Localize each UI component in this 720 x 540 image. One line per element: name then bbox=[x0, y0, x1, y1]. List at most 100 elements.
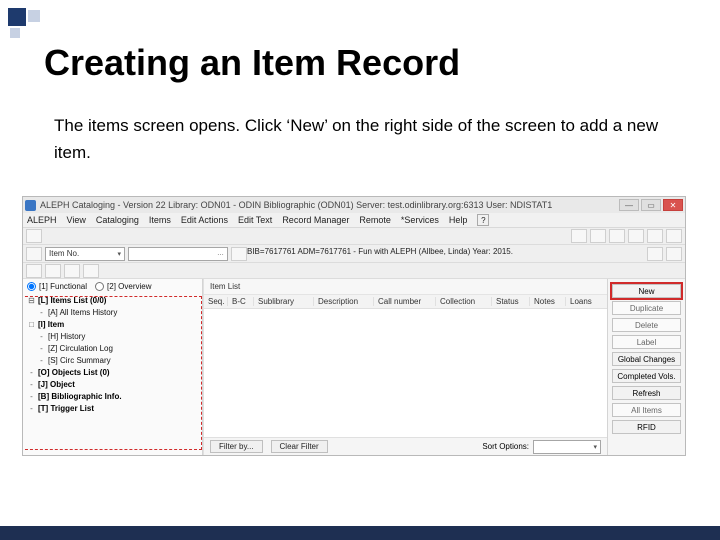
menu-help[interactable]: Help bbox=[449, 215, 468, 225]
tree-node[interactable]: -[O] Objects List (0) bbox=[27, 367, 198, 379]
tree-node-label: [J] Object bbox=[38, 379, 75, 391]
filter-by-button[interactable]: Filter by... bbox=[210, 440, 263, 453]
col-bc[interactable]: B-C bbox=[232, 297, 254, 306]
binoculars-icon[interactable] bbox=[83, 264, 99, 278]
minimize-button[interactable]: — bbox=[619, 199, 639, 211]
menu-cataloging[interactable]: Cataloging bbox=[96, 215, 139, 225]
toolbar-icon[interactable] bbox=[628, 229, 644, 243]
radio-overview-input[interactable] bbox=[95, 282, 104, 291]
sort-options-combo[interactable]: ▾ bbox=[533, 440, 601, 454]
duplicate-button[interactable]: Duplicate bbox=[612, 301, 681, 315]
navigation-tree-pane: [1] Functional [2] Overview ⊟[L] Items L… bbox=[23, 279, 203, 455]
global-changes-button[interactable]: Global Changes bbox=[612, 352, 681, 366]
left-arrow-icon[interactable] bbox=[45, 264, 61, 278]
tree-node-label: [I] Item bbox=[38, 319, 64, 331]
tree-twisty-icon: □ bbox=[27, 319, 36, 331]
refresh-button[interactable]: Refresh bbox=[612, 386, 681, 400]
radio-functional-input[interactable] bbox=[27, 282, 36, 291]
toolbar-row-3 bbox=[23, 263, 685, 279]
delete-button[interactable]: Delete bbox=[612, 318, 681, 332]
all-items-button[interactable]: All Items bbox=[612, 403, 681, 417]
menu-remote[interactable]: Remote bbox=[359, 215, 391, 225]
completed-vols-button[interactable]: Completed Vols. bbox=[612, 369, 681, 383]
menu-aleph[interactable]: ALEPH bbox=[27, 215, 57, 225]
radio-overview[interactable]: [2] Overview bbox=[95, 282, 151, 291]
item-list-columns: Seq. B-C Sublibrary Description Call num… bbox=[204, 295, 607, 309]
col-status[interactable]: Status bbox=[496, 297, 530, 306]
col-sublibrary[interactable]: Sublibrary bbox=[258, 297, 314, 306]
toolbar-mode-icon[interactable] bbox=[26, 247, 42, 261]
radio-overview-label: [2] Overview bbox=[107, 282, 151, 291]
titlebar: ALEPH Cataloging - Version 22 Library: O… bbox=[23, 197, 685, 213]
clear-filter-button[interactable]: Clear Filter bbox=[271, 440, 328, 453]
toolbar-icon[interactable] bbox=[666, 229, 682, 243]
app-icon bbox=[25, 200, 36, 211]
slide-bottom-bar bbox=[0, 526, 720, 540]
tree-twisty-icon: - bbox=[37, 355, 46, 367]
col-callnumber[interactable]: Call number bbox=[378, 297, 436, 306]
tree-node[interactable]: ⊟[L] Items List (0/0) bbox=[27, 295, 198, 307]
tree-node-label: [O] Objects List (0) bbox=[38, 367, 110, 379]
tree-node-label: [Z] Circulation Log bbox=[48, 343, 113, 355]
radio-functional[interactable]: [1] Functional bbox=[27, 282, 87, 291]
menu-services[interactable]: *Services bbox=[401, 215, 439, 225]
item-list-body bbox=[204, 309, 607, 437]
toolbar-icon[interactable] bbox=[26, 229, 42, 243]
item-list-pane: Item List Seq. B-C Sublibrary Descriptio… bbox=[203, 279, 607, 455]
item-number-combo[interactable]: Item No. ▾ bbox=[45, 247, 125, 261]
col-notes[interactable]: Notes bbox=[534, 297, 566, 306]
help-icon[interactable]: ? bbox=[477, 214, 489, 226]
tree-node-label: [L] Items List (0/0) bbox=[38, 295, 106, 307]
tree-node[interactable]: -[S] Circ Summary bbox=[27, 355, 198, 367]
close-button[interactable]: ✕ bbox=[663, 199, 683, 211]
tree-node-label: [H] History bbox=[48, 331, 85, 343]
toolbar-row-1 bbox=[23, 228, 685, 245]
col-loans[interactable]: Loans bbox=[570, 297, 602, 306]
rfid-button[interactable]: RFID bbox=[612, 420, 681, 434]
item-number-combo-label: Item No. bbox=[49, 249, 79, 258]
tree-node[interactable]: -[H] History bbox=[27, 331, 198, 343]
new-button[interactable]: New bbox=[612, 284, 681, 298]
tree-node[interactable]: -[T] Trigger List bbox=[27, 403, 198, 415]
menu-view[interactable]: View bbox=[67, 215, 86, 225]
col-description[interactable]: Description bbox=[318, 297, 374, 306]
col-seq[interactable]: Seq. bbox=[208, 297, 228, 306]
toolbar-icon[interactable] bbox=[590, 229, 606, 243]
menu-edit-text[interactable]: Edit Text bbox=[238, 215, 272, 225]
slide-body-text: The items screen opens. Click ‘New’ on t… bbox=[54, 112, 660, 166]
tree-twisty-icon: - bbox=[37, 343, 46, 355]
toolbar-icon[interactable] bbox=[647, 229, 663, 243]
tree-node-label: [T] Trigger List bbox=[38, 403, 94, 415]
maximize-button[interactable]: ▭ bbox=[641, 199, 661, 211]
view-radio-group: [1] Functional [2] Overview bbox=[27, 282, 198, 291]
tree-node[interactable]: -[A] All Items History bbox=[27, 307, 198, 319]
sort-options-label: Sort Options: bbox=[482, 442, 529, 451]
item-number-input[interactable]: … bbox=[128, 247, 228, 261]
tree-twisty-icon: - bbox=[37, 331, 46, 343]
menu-edit-actions[interactable]: Edit Actions bbox=[181, 215, 228, 225]
tree-node[interactable]: □[I] Item bbox=[27, 319, 198, 331]
toolbar-icon[interactable] bbox=[609, 229, 625, 243]
equals-icon[interactable] bbox=[26, 264, 42, 278]
tree-node[interactable]: -[Z] Circulation Log bbox=[27, 343, 198, 355]
ellipsis-icon: … bbox=[217, 250, 224, 257]
tree-twisty-icon: - bbox=[27, 367, 36, 379]
right-arrow-icon[interactable] bbox=[64, 264, 80, 278]
tree-twisty-icon: - bbox=[37, 307, 46, 319]
navigation-tree[interactable]: ⊟[L] Items List (0/0)-[A] All Items Hist… bbox=[27, 295, 198, 415]
slide-title: Creating an Item Record bbox=[44, 42, 460, 84]
menu-record-manager[interactable]: Record Manager bbox=[282, 215, 349, 225]
menu-items[interactable]: Items bbox=[149, 215, 171, 225]
toolbar-icon[interactable] bbox=[571, 229, 587, 243]
titlebar-text: ALEPH Cataloging - Version 22 Library: O… bbox=[40, 200, 552, 210]
tree-node[interactable]: -[B] Bibliographic Info. bbox=[27, 391, 198, 403]
item-list-title: Item List bbox=[204, 279, 607, 295]
col-collection[interactable]: Collection bbox=[440, 297, 492, 306]
go-arrow-icon[interactable] bbox=[231, 247, 247, 261]
tree-node-label: [S] Circ Summary bbox=[48, 355, 111, 367]
filter-bar: Filter by... Clear Filter Sort Options: … bbox=[204, 437, 607, 455]
tree-node[interactable]: -[J] Object bbox=[27, 379, 198, 391]
tree-twisty-icon: ⊟ bbox=[27, 295, 36, 307]
tree-node-label: [A] All Items History bbox=[48, 307, 117, 319]
label-button[interactable]: Label bbox=[612, 335, 681, 349]
